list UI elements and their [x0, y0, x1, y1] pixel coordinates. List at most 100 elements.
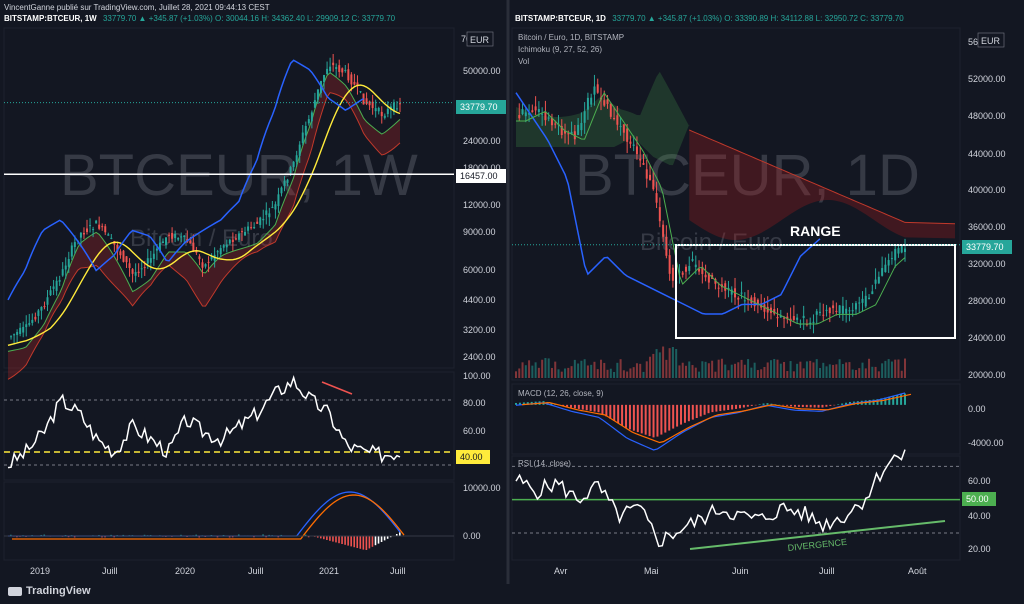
left-candle: [216, 251, 219, 253]
left-macd-tick: 10000.00: [463, 483, 501, 493]
left-candle: [180, 236, 183, 238]
right-macd-bar: [672, 404, 675, 429]
left-x-tick: Juill: [248, 566, 264, 576]
left-candle: [359, 91, 362, 93]
left-candle: [95, 220, 98, 224]
left-macd-bar: [365, 536, 368, 550]
left-candle: [262, 218, 265, 221]
right-candle: [854, 303, 857, 310]
right-macd-bar: [656, 404, 659, 437]
left-x-tick: 2020: [175, 566, 195, 576]
left-candle: [49, 290, 52, 296]
right-volume-bar: [848, 362, 851, 378]
left-candle: [304, 125, 307, 136]
right-macd-bar: [817, 404, 820, 408]
right-volume-bar: [874, 366, 877, 378]
left-candle: [161, 241, 164, 243]
right-macd-bar: [664, 404, 667, 433]
right-candle: [596, 84, 599, 93]
right-macd-bar: [668, 404, 671, 431]
right-price-tick: 28000.00: [968, 296, 1006, 306]
right-volume-bar: [884, 360, 887, 378]
right-symbol: BITSTAMP:BTCEUR, 1D: [515, 14, 606, 23]
left-candle: [234, 238, 237, 240]
left-candle: [64, 265, 67, 270]
right-candle: [583, 111, 586, 123]
right-macd-bar: [609, 404, 612, 419]
publisher-line: VincentGanne publié sur TradingView.com,…: [4, 3, 270, 12]
left-price-tick: 50000.00: [463, 66, 501, 76]
right-volume-bar: [698, 371, 701, 378]
right-volume-bar: [668, 348, 671, 378]
left-candle: [332, 62, 335, 66]
right-volume-bar: [616, 362, 619, 378]
right-price-tick: 52000.00: [968, 74, 1006, 84]
right-macd-bar: [632, 404, 635, 431]
right-volume-bar: [900, 370, 903, 378]
left-candle: [31, 319, 34, 323]
right-macd-bar: [707, 404, 710, 414]
left-candle: [380, 111, 383, 117]
right-volume-bar: [635, 363, 638, 378]
right-candle: [796, 317, 799, 320]
right-macd-bar: [805, 404, 808, 408]
right-candle: [858, 302, 861, 304]
left-candle: [237, 233, 240, 240]
right-candle: [544, 111, 547, 121]
right-volume-bar: [796, 363, 799, 378]
right-macd-bar: [695, 404, 698, 418]
right-candle: [825, 309, 828, 311]
right-volume-bar: [613, 371, 616, 378]
left-candle: [46, 297, 49, 305]
right-volume-bar: [841, 364, 844, 378]
left-candle: [240, 231, 243, 233]
right-macd-bar: [691, 404, 694, 420]
left-candle: [43, 306, 46, 308]
left-candle: [92, 229, 95, 231]
right-volume-bar: [609, 368, 612, 378]
right-candle: [662, 224, 665, 237]
right-volume-bar: [868, 358, 871, 378]
right-macd-bar: [597, 404, 600, 413]
right-volume-bar: [557, 369, 560, 378]
left-candle: [110, 237, 113, 239]
left-candle: [34, 316, 37, 320]
left-macd-bar: [329, 536, 331, 541]
right-x-tick: Avr: [554, 566, 567, 576]
right-candle: [652, 179, 655, 190]
left-x-tick: 2019: [30, 566, 50, 576]
left-macd-bar: [347, 536, 349, 546]
left-candle: [171, 232, 174, 239]
right-price-tick: 48000.00: [968, 111, 1006, 121]
left-candle: [274, 204, 277, 210]
left-candle: [10, 336, 13, 338]
right-price-tick: 24000.00: [968, 333, 1006, 343]
tradingview-logo[interactable]: TradingView: [8, 585, 91, 597]
left-candle: [55, 280, 58, 291]
left-candle: [338, 65, 341, 72]
left-candle: [292, 161, 295, 167]
right-volume-bar: [596, 369, 599, 378]
left-current-price: 33779.70: [460, 102, 498, 112]
right-volume-bar: [881, 363, 884, 378]
left-macd-bar: [335, 536, 337, 543]
left-candle: [149, 258, 152, 263]
right-price-tick-top: 56: [968, 37, 978, 47]
right-candle: [521, 109, 524, 115]
right-macd-bar: [585, 404, 588, 411]
right-candle: [904, 248, 906, 253]
right-candle: [812, 321, 815, 323]
right-macd-bar: [601, 404, 604, 415]
left-rsi-tick: 60.00: [463, 426, 486, 436]
right-volume-bar: [652, 353, 655, 378]
right-volume-bar: [577, 363, 580, 378]
right-macd-bar: [703, 404, 706, 415]
right-volume-bar: [815, 359, 818, 378]
left-candle: [165, 237, 168, 245]
right-volume-bar: [688, 361, 691, 378]
left-candle: [13, 334, 16, 336]
right-volume-bar: [766, 362, 769, 378]
right-volume-bar: [593, 361, 596, 378]
left-price-tick: 3200.00: [463, 325, 496, 335]
left-candle: [295, 155, 298, 162]
